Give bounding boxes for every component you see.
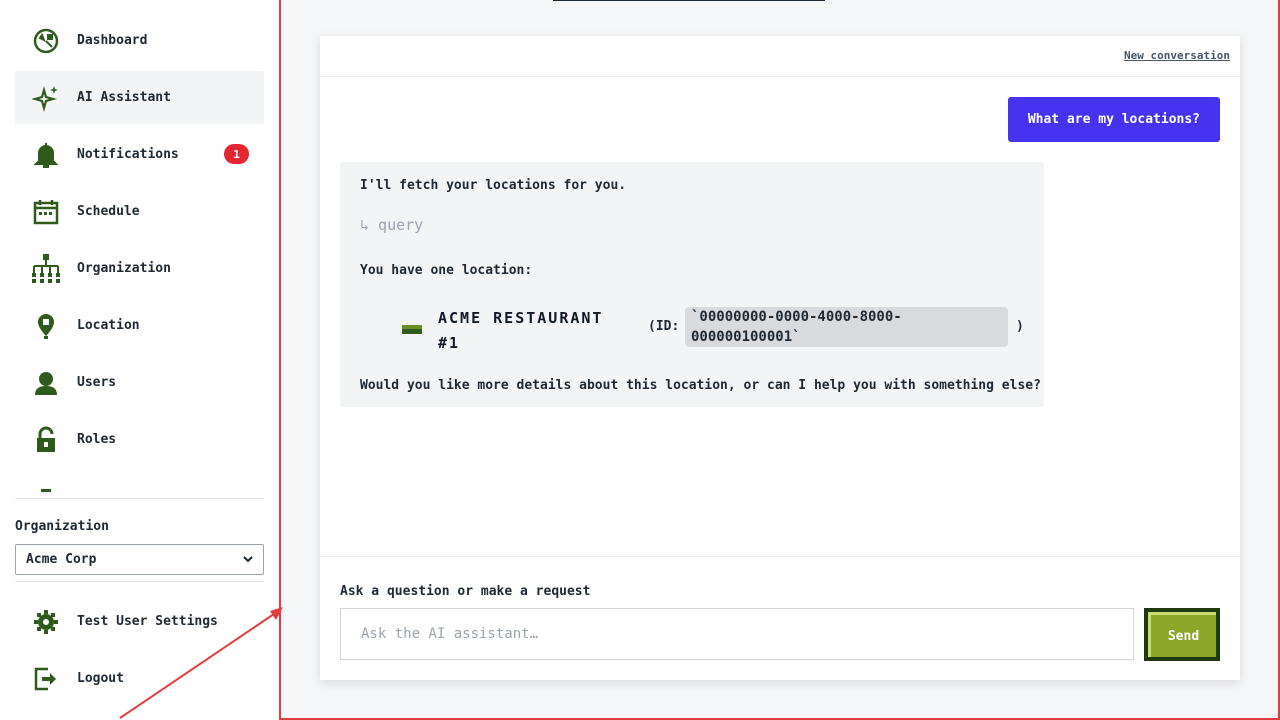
- sidebar-bottom-nav: Test User Settings Logout: [15, 595, 264, 709]
- sidebar-item-label: Test User Settings: [77, 614, 218, 629]
- bell-icon: [30, 139, 62, 171]
- location-id-code: `00000000-0000-4000-8000-000000100001`: [685, 307, 1008, 347]
- sidebar-item-label: Organization: [77, 261, 171, 276]
- sidebar-item-roles[interactable]: Roles: [15, 413, 264, 466]
- sidebar-nav: Dashboard AI Assistant Notifications 1 S…: [15, 14, 264, 492]
- chevron-down-icon: [243, 552, 253, 567]
- chat-panel: New conversation What are my locations? …: [320, 36, 1240, 680]
- sidebar: Dashboard AI Assistant Notifications 1 S…: [0, 0, 280, 720]
- sidebar-item-label: Roles: [77, 432, 117, 447]
- sidebar-item-label: Logout: [77, 671, 124, 686]
- sidebar-item-label: Notifications: [77, 147, 179, 162]
- location-id-suffix: ): [1016, 319, 1024, 334]
- sidebar-item-label: Users: [77, 375, 117, 390]
- location-id-prefix: (ID:: [648, 319, 680, 334]
- new-conversation-link[interactable]: New conversation: [1124, 49, 1230, 62]
- top-link-underline: [553, 0, 825, 1]
- location-bullet-icon: [402, 320, 422, 339]
- chat-panel-header: New conversation: [320, 36, 1240, 77]
- sidebar-item-label: Dashboard: [77, 33, 148, 48]
- send-button[interactable]: Send: [1144, 608, 1220, 661]
- sidebar-item-logout[interactable]: Logout: [15, 652, 264, 705]
- user-message-bubble: What are my locations?: [1007, 97, 1220, 142]
- gear-icon: [30, 606, 62, 638]
- sidebar-item-partial[interactable]: [15, 470, 264, 492]
- tool-call-indicator[interactable]: ↳ query: [360, 216, 423, 234]
- sidebar-item-notifications[interactable]: Notifications 1: [15, 128, 264, 181]
- location-pin-icon: [30, 310, 62, 342]
- sidebar-item-users[interactable]: Users: [15, 356, 264, 409]
- calendar-icon: [30, 196, 62, 228]
- organization-select-value: Acme Corp: [26, 552, 97, 567]
- assistant-summary-text: You have one location:: [360, 263, 533, 278]
- organization-label: Organization: [15, 519, 109, 534]
- assistant-message: I'll fetch your locations for you. ↳ que…: [340, 162, 1044, 407]
- main-content: New conversation What are my locations? …: [279, 0, 1280, 720]
- sidebar-item-label: AI Assistant: [77, 90, 171, 105]
- hat-icon: [30, 481, 62, 492]
- organization-select[interactable]: Acme Corp: [15, 544, 264, 575]
- assistant-intro-text: I'll fetch your locations for you.: [360, 178, 627, 193]
- location-name: ACME RESTAURANT #1: [438, 309, 604, 352]
- location-list-item: ACME RESTAURANT #1 (ID: `00000000-0000-4…: [402, 306, 1026, 352]
- sidebar-item-test-user-settings[interactable]: Test User Settings: [15, 595, 264, 648]
- sidebar-item-label: Location: [77, 318, 140, 333]
- logout-icon: [30, 663, 62, 695]
- sparkle-icon: [30, 82, 62, 114]
- chat-composer: Ask a question or make a request Send: [320, 556, 1240, 680]
- notification-count-badge: 1: [224, 144, 249, 164]
- sidebar-item-location[interactable]: Location: [15, 299, 264, 352]
- sidebar-item-schedule[interactable]: Schedule: [15, 185, 264, 238]
- user-icon: [30, 367, 62, 399]
- sidebar-item-organization[interactable]: Organization: [15, 242, 264, 295]
- chat-input[interactable]: [340, 608, 1134, 660]
- sidebar-divider: [15, 498, 264, 499]
- send-button-label: Send: [1148, 612, 1216, 657]
- sidebar-item-label: Schedule: [77, 204, 140, 219]
- sidebar-item-dashboard[interactable]: Dashboard: [15, 14, 264, 67]
- lock-icon: [30, 424, 62, 456]
- composer-label: Ask a question or make a request: [340, 584, 591, 599]
- org-chart-icon: [30, 253, 62, 285]
- dashboard-icon: [30, 25, 62, 57]
- sidebar-item-ai-assistant[interactable]: AI Assistant: [15, 71, 264, 124]
- sidebar-divider: [15, 581, 264, 582]
- assistant-followup-text: Would you like more details about this l…: [360, 378, 1041, 393]
